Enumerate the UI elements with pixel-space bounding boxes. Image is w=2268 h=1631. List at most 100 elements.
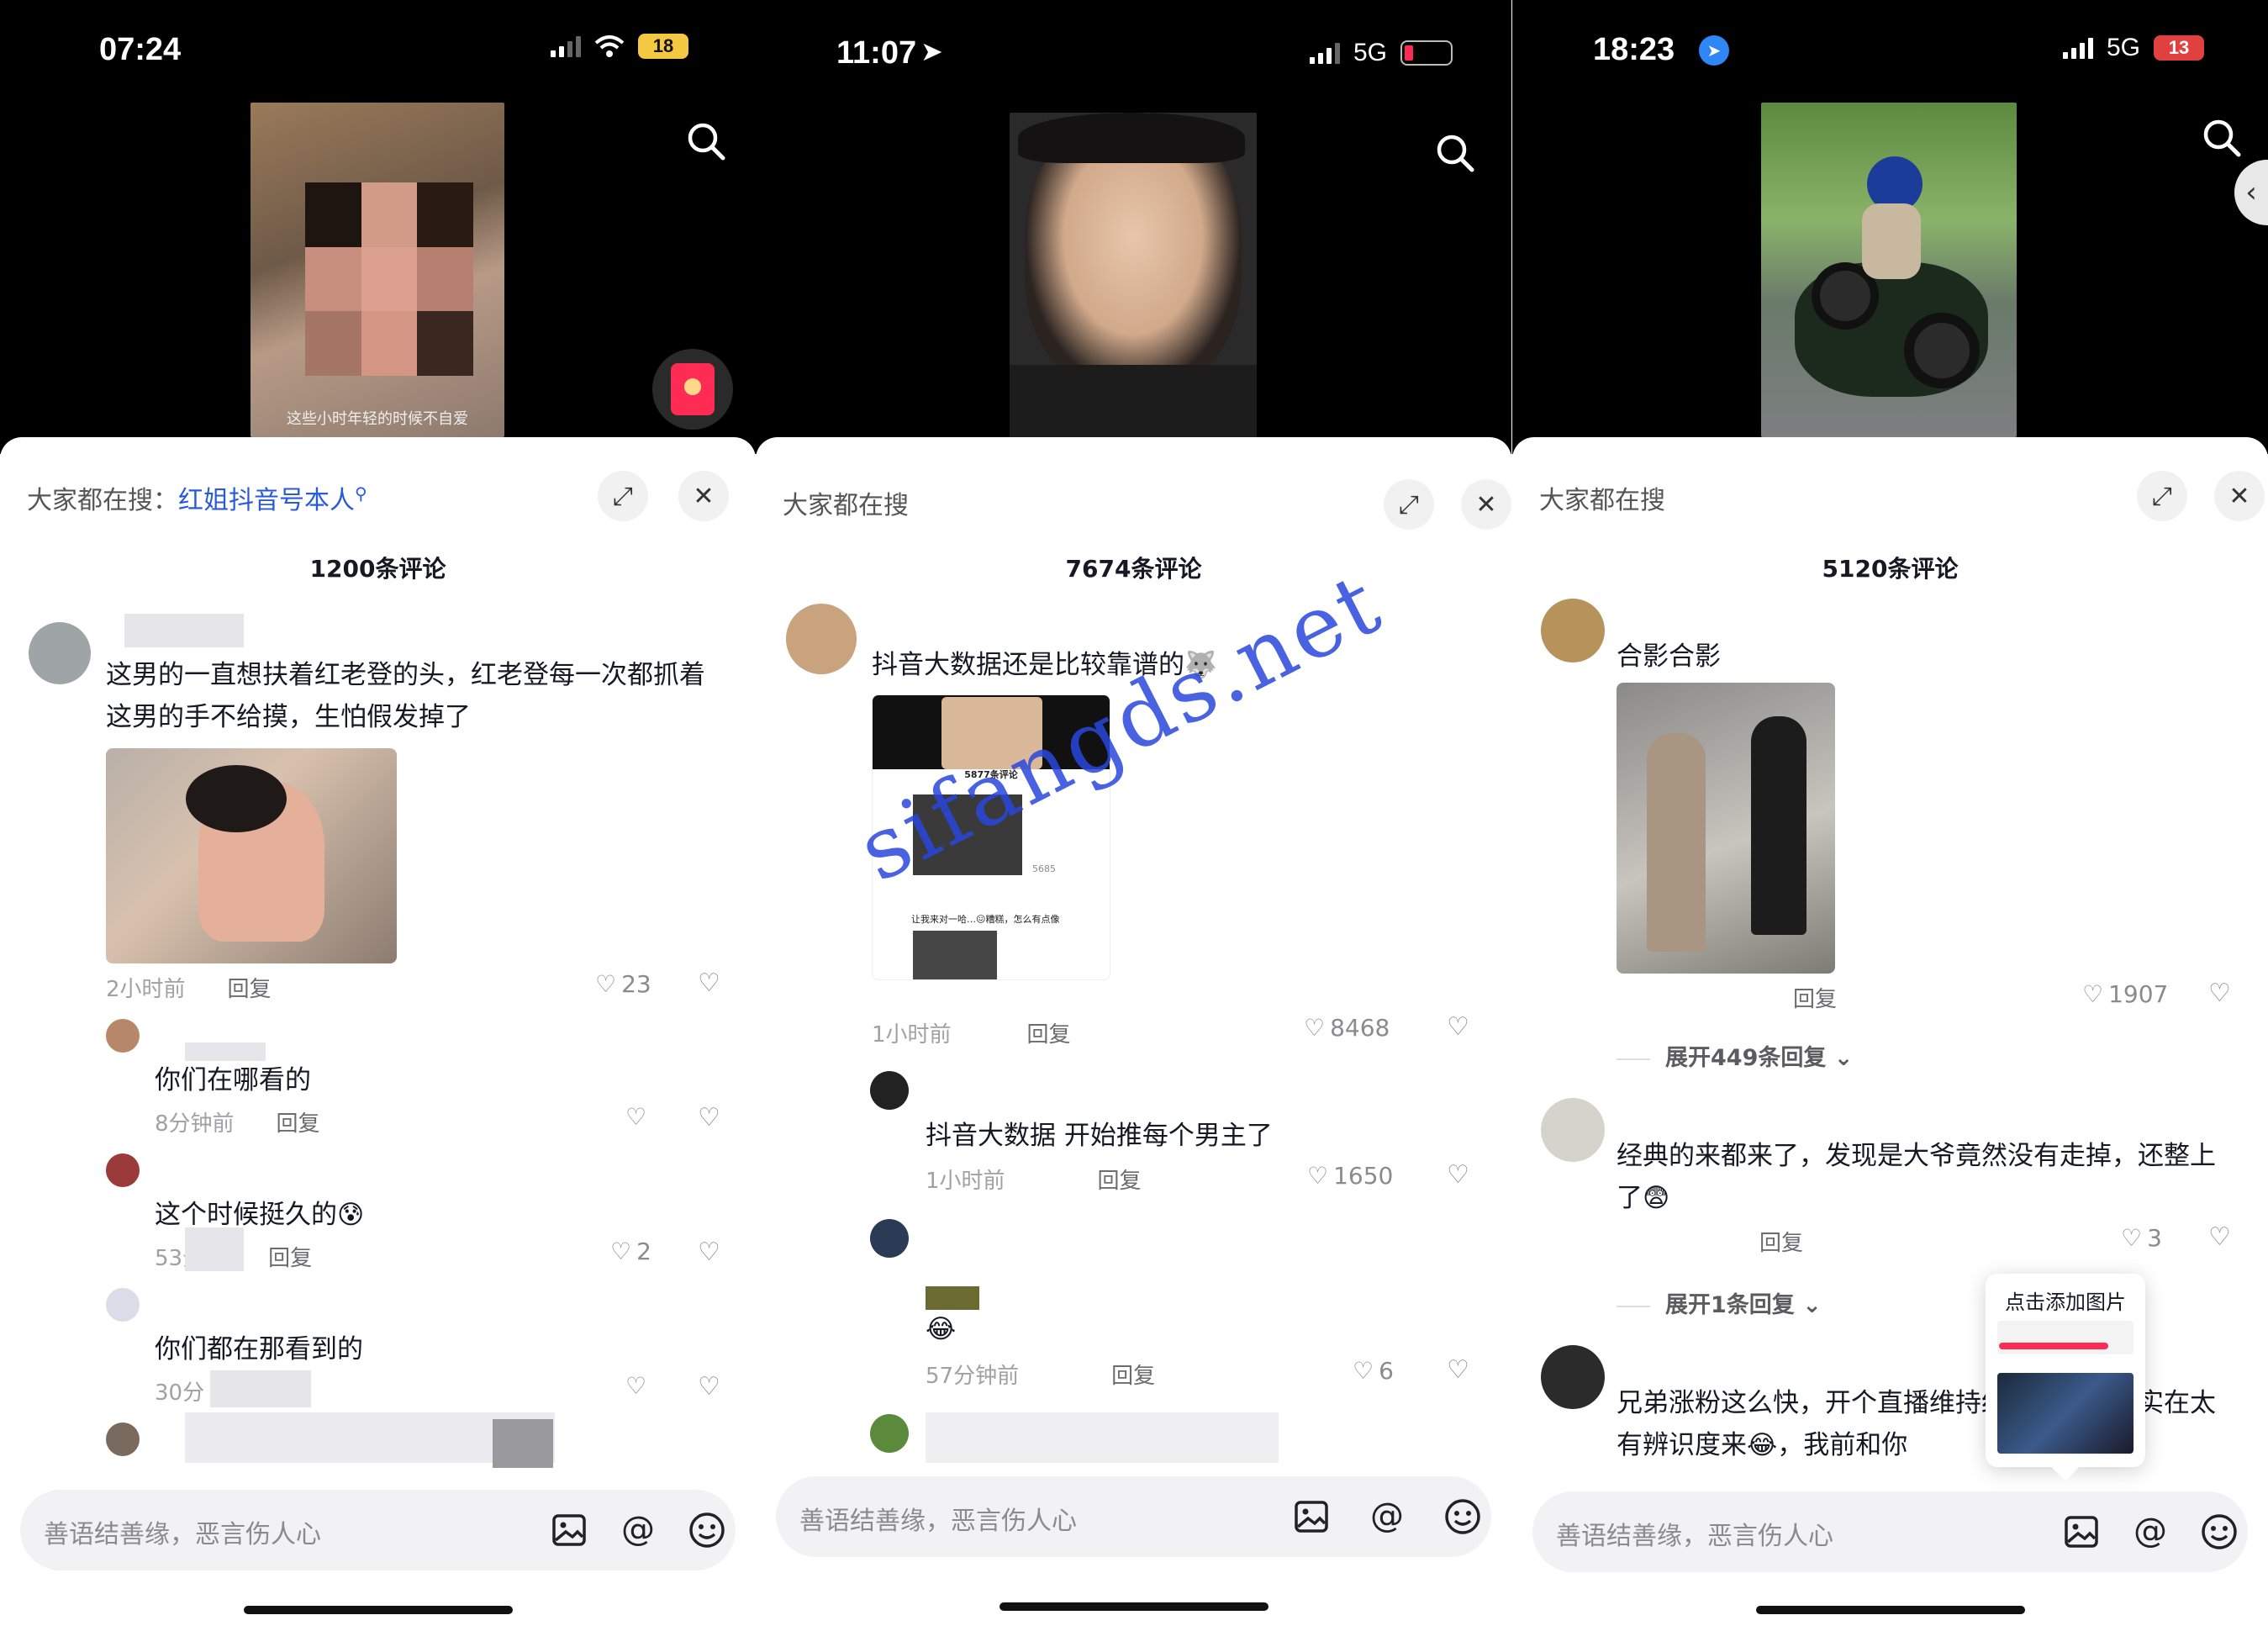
heart-icon: ♡	[625, 1372, 647, 1400]
expand-icon[interactable]: ⤢	[2137, 471, 2187, 521]
avatar[interactable]	[786, 604, 857, 674]
comment-image[interactable]	[106, 748, 397, 963]
like-button[interactable]: ♡	[625, 1103, 646, 1131]
like-count: 23	[621, 970, 651, 998]
like-button[interactable]: ♡ 6	[1353, 1357, 1394, 1385]
like-button[interactable]: ♡	[625, 1372, 646, 1400]
sheet-header: 大家都在搜 ⤢ ✕ 7674条评论	[783, 462, 1511, 583]
avatar[interactable]	[106, 1153, 140, 1187]
comment-meta: 2小时前 回复	[106, 972, 272, 1003]
username-blurred[interactable]	[185, 1042, 266, 1061]
sheet-header: 大家都在搜：红姐抖音号本人⚲ ⤢ ✕ 1200条评论	[27, 462, 729, 583]
home-indicator[interactable]	[1755, 1606, 2025, 1614]
dislike-icon[interactable]: ♡	[698, 1103, 720, 1132]
like-button[interactable]: ♡ 3	[2121, 1224, 2162, 1252]
home-indicator[interactable]	[999, 1602, 1268, 1611]
video-area[interactable]: 11:07 ➤ 5G	[756, 0, 1511, 454]
like-button[interactable]: ♡ 1650	[1307, 1162, 1393, 1190]
dislike-icon[interactable]: ♡	[1447, 1012, 1469, 1042]
red-packet-icon[interactable]	[652, 349, 733, 430]
expand-icon[interactable]: ⤢	[598, 471, 648, 521]
reply-button[interactable]: 回复	[1027, 1017, 1071, 1048]
status-icons: 5G 13	[2062, 34, 2204, 62]
comment-image[interactable]	[1617, 683, 1835, 974]
like-button[interactable]: ♡ 23	[595, 970, 651, 998]
comment-text: 你们都在那看到的	[155, 1334, 363, 1364]
video-caption: 这些小时年轻的时候不自爱	[287, 410, 468, 428]
like-button[interactable]: ♡ 8468	[1304, 1014, 1390, 1042]
like-button[interactable]: ♡ 2	[610, 1238, 651, 1265]
search-suggestion[interactable]: 大家都在搜	[783, 484, 909, 521]
heart-icon: ♡	[2082, 980, 2104, 1008]
dislike-icon[interactable]: ♡	[2208, 1222, 2231, 1252]
reply-button[interactable]: 回复	[1111, 1359, 1155, 1390]
search-suggestion[interactable]: 大家都在搜	[1539, 479, 1665, 516]
comment-input[interactable]: 善语结善缘，恶言伤人心 @	[776, 1476, 1491, 1557]
phone-panel-1: 07:24 18 这些小时年轻的时候不自爱 大家都在搜：红姐抖音号本人⚲ ⤢ ✕…	[0, 0, 756, 1631]
search-suggestion[interactable]: 大家都在搜：红姐抖音号本人⚲	[27, 479, 367, 516]
avatar[interactable]	[1541, 599, 1605, 662]
username-blurred[interactable]	[124, 614, 244, 647]
close-icon[interactable]: ✕	[2214, 471, 2265, 521]
dislike-icon[interactable]: ♡	[698, 1372, 720, 1401]
close-icon[interactable]: ✕	[1461, 479, 1511, 530]
avatar[interactable]	[870, 1071, 909, 1110]
like-count: 2	[636, 1238, 651, 1265]
comment-input[interactable]: 善语结善缘，恶言伤人心 @	[20, 1490, 736, 1570]
avatar[interactable]	[29, 622, 91, 684]
search-term-link[interactable]: 红姐抖音号本人	[178, 486, 355, 515]
home-indicator[interactable]	[243, 1606, 513, 1614]
reply-button[interactable]: 回复	[1759, 1226, 1803, 1257]
close-icon[interactable]: ✕	[678, 471, 729, 521]
status-icons: 5G	[1309, 39, 1453, 67]
like-count: 8468	[1330, 1014, 1390, 1042]
dislike-icon[interactable]: ♡	[698, 969, 720, 998]
reply-button[interactable]: 回复	[1793, 982, 1837, 1013]
heart-icon: ♡	[1307, 1162, 1329, 1190]
emoji-icon[interactable]	[1441, 1495, 1485, 1539]
reply-button[interactable]: 回复	[1098, 1164, 1142, 1195]
search-icon[interactable]	[683, 118, 730, 165]
avatar[interactable]	[1541, 1098, 1605, 1162]
dislike-icon[interactable]: ♡	[698, 1238, 720, 1267]
dislike-icon[interactable]: ♡	[1447, 1355, 1469, 1385]
dislike-icon[interactable]: ♡	[2208, 979, 2231, 1008]
search-icon[interactable]	[2198, 114, 2245, 161]
comment-text: 抖音大数据 开始推每个男主了	[926, 1121, 1273, 1151]
reply-button[interactable]: 回复	[228, 972, 272, 1003]
tooltip-text: 点击添加图片	[2005, 1291, 2126, 1314]
avatar[interactable]	[1541, 1345, 1605, 1409]
mention-icon[interactable]: @	[616, 1508, 660, 1552]
image-icon[interactable]	[547, 1508, 591, 1552]
comment-text: 合影合影	[1617, 641, 1721, 672]
svg-text:@: @	[1370, 1496, 1404, 1535]
reply-button[interactable]: 回复	[277, 1106, 320, 1137]
comment-count: 1200条评论	[309, 555, 446, 583]
expand-icon[interactable]: ⤢	[1384, 479, 1434, 530]
avatar[interactable]	[106, 1423, 140, 1456]
avatar[interactable]	[870, 1414, 909, 1453]
image-icon[interactable]	[1290, 1495, 1333, 1539]
video-area[interactable]: 18:23 ➤ 5G 13 ‹	[1512, 0, 2268, 454]
mention-icon[interactable]: @	[2128, 1510, 2172, 1554]
add-image-tooltip[interactable]: 点击添加图片	[1986, 1274, 2145, 1481]
input-placeholder: 善语结善缘，恶言伤人心	[799, 1507, 1077, 1536]
avatar[interactable]	[106, 1288, 140, 1322]
blur-patch	[926, 1286, 979, 1310]
signal-icon	[1309, 42, 1340, 64]
avatar[interactable]	[106, 1019, 140, 1053]
video-area[interactable]: 07:24 18 这些小时年轻的时候不自爱	[0, 0, 756, 454]
reply-button[interactable]: 回复	[268, 1241, 312, 1272]
mention-icon[interactable]: @	[1365, 1495, 1409, 1539]
emoji-icon[interactable]	[2197, 1510, 2241, 1554]
emoji-icon[interactable]	[685, 1508, 729, 1552]
image-icon[interactable]	[2060, 1510, 2103, 1554]
search-icon[interactable]	[1432, 129, 1479, 177]
expand-replies-button[interactable]: 展开449条回复 ⌄	[1617, 1039, 1853, 1072]
side-drawer-handle[interactable]: ‹	[2234, 160, 2268, 225]
like-button[interactable]: ♡ 1907	[2082, 980, 2168, 1008]
expand-replies-button[interactable]: 展开1条回复 ⌄	[1617, 1286, 1822, 1319]
comment-input[interactable]: 善语结善缘，恶言伤人心 @	[1532, 1491, 2248, 1572]
avatar[interactable]	[870, 1219, 909, 1258]
dislike-icon[interactable]: ♡	[1447, 1160, 1469, 1190]
